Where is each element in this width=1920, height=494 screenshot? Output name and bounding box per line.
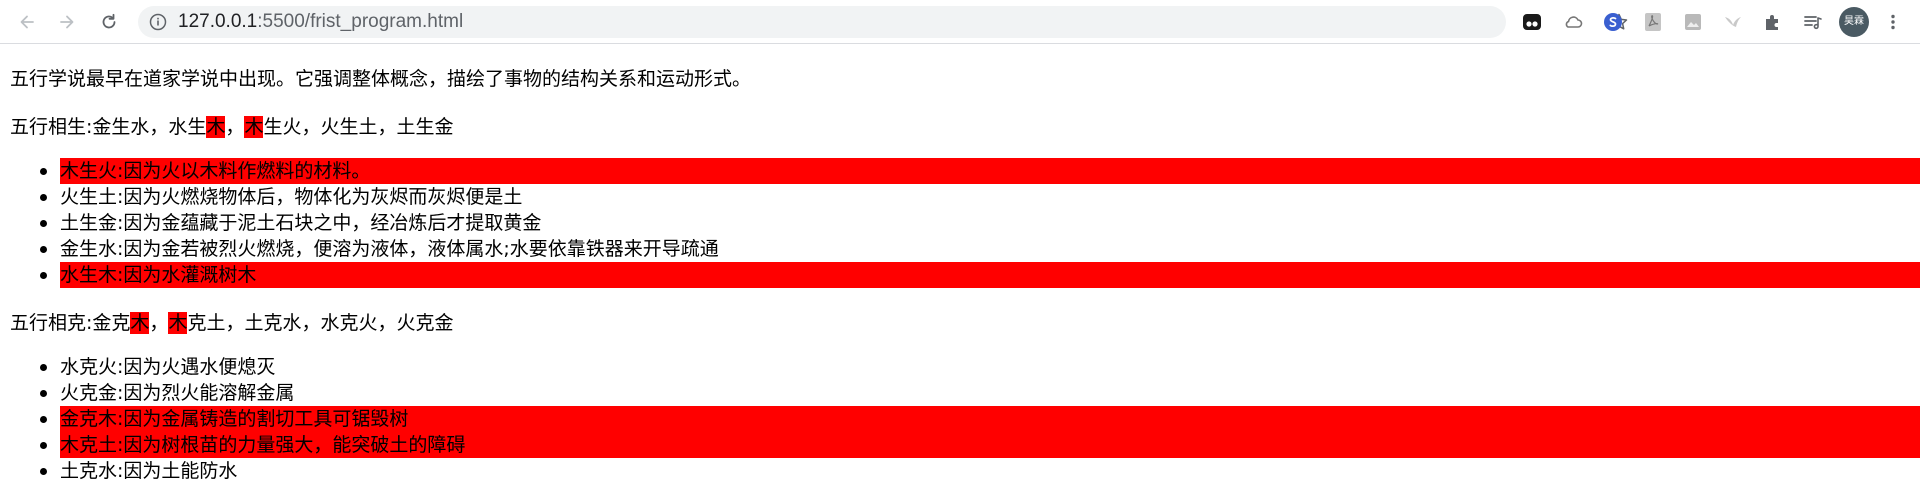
list-item: 火克金:因为烈火能溶解金属: [40, 380, 1920, 406]
list-item: 木生火:因为火以木料作燃料的材料。: [40, 158, 1920, 184]
ke-prefix: 五行相克:金克: [10, 312, 131, 334]
back-button[interactable]: [12, 7, 42, 37]
intro-paragraph: 五行学说最早在道家学说中出现。它强调整体概念，描绘了事物的结构关系和运动形式。: [10, 68, 752, 90]
profile-avatar[interactable]: 昊霖: [1839, 7, 1869, 37]
list-item: 金克木:因为金属铸造的割切工具可锯毁树: [40, 406, 1920, 432]
list-item: 水克火:因为火遇水便熄灭: [40, 354, 1920, 380]
sheng-heading: 五行相生:金生水，水生木，木生火，火生土，土生金: [10, 114, 1910, 140]
ke-suffix: 克土，土克水，水克火，火克金: [187, 312, 454, 334]
forward-button[interactable]: [52, 7, 82, 37]
arrow-right-icon: [60, 15, 74, 29]
ke-list: 水克火:因为火遇水便熄灭 火克金:因为烈火能溶解金属 金克木:因为金属铸造的割切…: [40, 354, 1920, 484]
extension-image-icon[interactable]: [1682, 11, 1704, 33]
reading-list-icon[interactable]: [1802, 11, 1824, 33]
menu-button[interactable]: [1880, 9, 1906, 35]
list-item: 木克土:因为树根苗的力量强大，能突破土的障碍: [40, 432, 1920, 458]
sheng-list: 木生火:因为火以木料作燃料的材料。 火生土:因为火燃烧物体后，物体化为灰烬而灰烬…: [40, 158, 1920, 288]
ke-separator: ，: [149, 312, 169, 334]
list-item: 土生金:因为金蕴藏于泥土石块之中，经冶炼后才提取黄金: [40, 210, 1920, 236]
url-host: 127.0.0.1: [178, 11, 258, 32]
reload-button[interactable]: [94, 7, 124, 37]
ke-highlight-2: 木: [168, 312, 188, 334]
more-vertical-icon: [1891, 14, 1895, 30]
extension-s-icon[interactable]: [1602, 11, 1624, 33]
arrow-left-icon: [20, 15, 34, 29]
sheng-separator: ，: [225, 116, 245, 138]
list-item: 火生土:因为火燃烧物体后，物体化为灰烬而灰烬便是土: [40, 184, 1920, 210]
ke-heading: 五行相克:金克木，木克土，土克水，水克火，火克金: [10, 310, 1910, 336]
sheng-highlight-2: 木: [244, 116, 264, 138]
list-item: 土克水:因为土能防水: [40, 458, 1920, 484]
extension-cloud-icon[interactable]: [1562, 11, 1584, 33]
sheng-prefix: 五行相生:金生水，水生: [10, 116, 207, 138]
reload-icon: [102, 13, 116, 29]
address-bar[interactable]: 127.0.0.1:5500/frist_program.html: [138, 6, 1628, 38]
ke-highlight-1: 木: [130, 312, 150, 334]
extension-bird-icon[interactable]: [1722, 11, 1744, 33]
url-path: :5500/frist_program.html: [257, 11, 464, 32]
list-item: 水生木:因为水灌溉树木: [40, 262, 1920, 288]
extensions-puzzle-icon[interactable]: [1762, 11, 1784, 33]
page-content: 五行学说最早在道家学说中出现。它强调整体概念，描绘了事物的结构关系和运动形式。 …: [0, 45, 1920, 494]
url-text[interactable]: 127.0.0.1:5500/frist_program.html: [178, 6, 463, 38]
extension-tampermonkey-icon[interactable]: [1521, 11, 1543, 33]
info-icon[interactable]: [149, 13, 167, 31]
list-item: 金生水:因为金若被烈火燃烧，便溶为液体，液体属水;水要依靠铁器来开导疏通: [40, 236, 1920, 262]
sheng-suffix: 生火，火生土，土生金: [263, 116, 454, 138]
browser-toolbar: 127.0.0.1:5500/frist_program.html 昊霖: [0, 0, 1920, 44]
sheng-highlight-1: 木: [206, 116, 226, 138]
extension-pdf-icon[interactable]: [1642, 11, 1664, 33]
